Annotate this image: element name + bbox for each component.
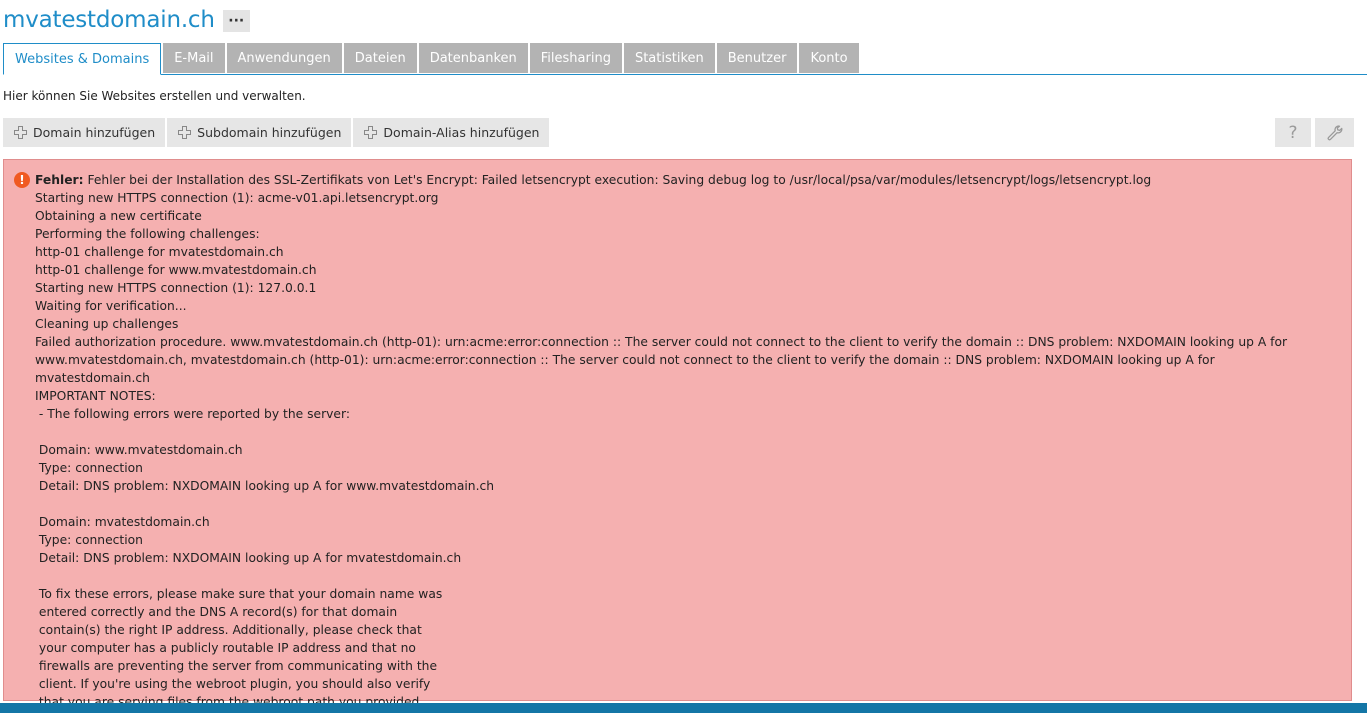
toolbar: Domain hinzufügen Subdomain hinzufügen D… [3,118,551,147]
tab-websites-domains[interactable]: Websites & Domains [3,43,162,75]
settings-button[interactable] [1315,118,1354,147]
tab-email[interactable]: E-Mail [163,43,225,73]
tab-account[interactable]: Konto [799,43,859,73]
bottom-bar [0,703,1367,713]
plus-icon [14,126,27,139]
plus-icon [364,126,378,139]
tab-databases[interactable]: Datenbanken [418,43,528,73]
tab-filesharing[interactable]: Filesharing [529,43,622,73]
add-subdomain-label: Subdomain hinzufügen [197,125,342,140]
tab-bar: Websites & Domains E-Mail Anwendungen Da… [3,43,1367,75]
header: mvatestdomain.ch ··· [3,0,250,40]
add-domain-label: Domain hinzufügen [33,125,156,140]
add-domain-alias-button[interactable]: Domain-Alias hinzufügen [353,118,550,147]
tab-files[interactable]: Dateien [343,43,417,73]
site-title[interactable]: mvatestdomain.ch [3,7,215,33]
help-button[interactable]: ? [1275,118,1311,147]
error-message: Fehler: Fehler bei der Installation des … [35,171,1331,711]
add-domain-button[interactable]: Domain hinzufügen [3,118,166,147]
tab-applications[interactable]: Anwendungen [226,43,342,73]
plus-icon [178,126,192,139]
wrench-icon [1327,125,1342,140]
more-button[interactable]: ··· [222,10,250,32]
question-icon: ? [1288,122,1298,143]
error-icon: ! [14,172,30,188]
page-description: Hier können Sie Websites erstellen und v… [3,89,306,103]
tab-statistics[interactable]: Statistiken [623,43,715,73]
error-message-box: ! Fehler: Fehler bei der Installation de… [3,159,1352,709]
error-label: Fehler: [35,173,84,187]
add-subdomain-button[interactable]: Subdomain hinzufügen [167,118,352,147]
tab-users[interactable]: Benutzer [716,43,798,73]
add-domain-alias-label: Domain-Alias hinzufügen [383,125,540,140]
error-text: Fehler bei der Installation des SSL-Zert… [35,173,1288,709]
